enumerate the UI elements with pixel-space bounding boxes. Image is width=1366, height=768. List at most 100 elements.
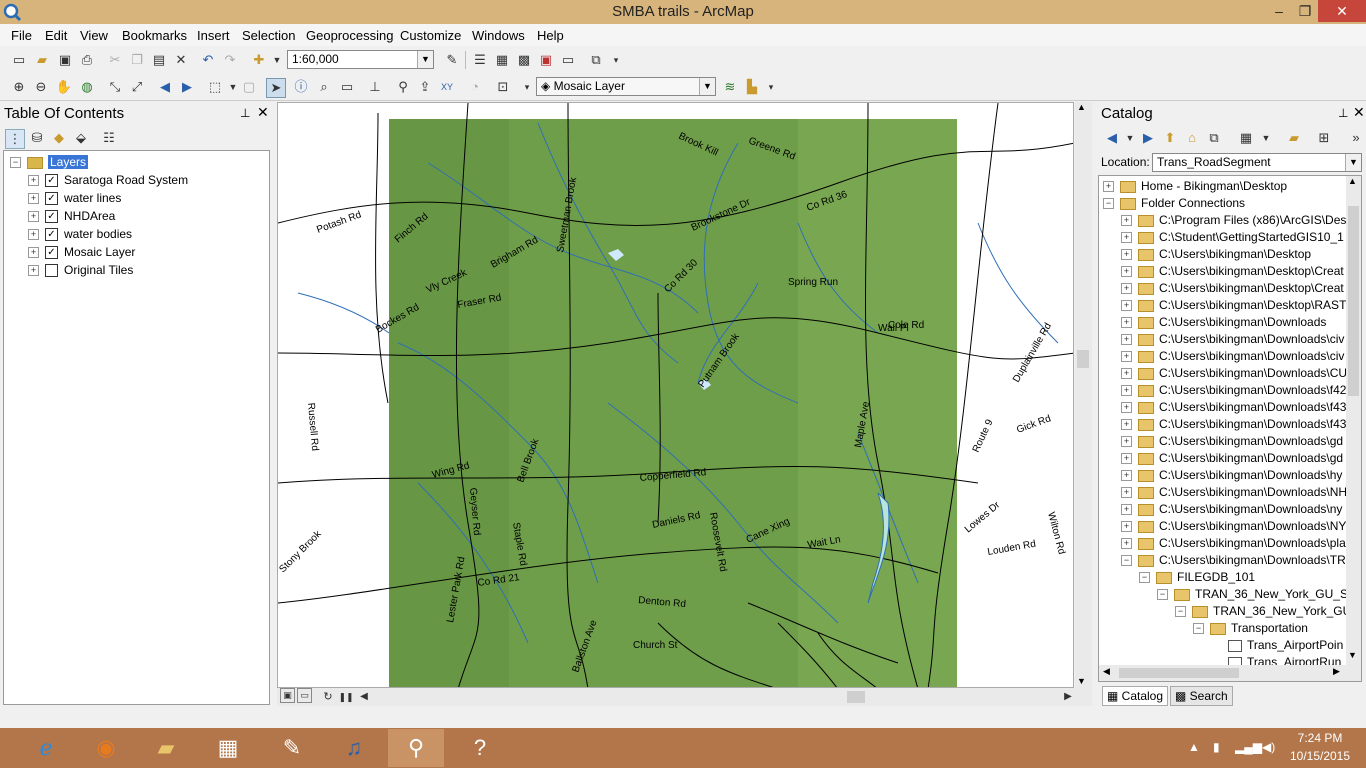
expand-icon[interactable]: + (1121, 385, 1132, 397)
expand-icon[interactable]: + (1121, 470, 1132, 482)
new-document-icon[interactable]: ▭ (10, 51, 28, 69)
clock-date[interactable]: 10/15/2015 (1284, 749, 1356, 763)
clock-time[interactable]: 7:24 PM (1290, 731, 1350, 745)
views-dropdown-icon[interactable]: ▼ (1257, 129, 1275, 147)
cut-icon[interactable]: ✂ (106, 51, 124, 69)
layer-row[interactable]: + ✓ water bodies (28, 226, 132, 243)
chevron-down-icon[interactable]: ▼ (699, 78, 715, 95)
scroll-up-icon[interactable]: ▲ (1348, 176, 1357, 186)
expand-icon[interactable]: + (28, 265, 39, 277)
open-folder-icon[interactable]: ▰ (33, 51, 51, 69)
catalog-item[interactable]: + C:\Student\GettingStartedGIS10_1 (1121, 229, 1344, 246)
scroll-right-icon[interactable]: ▶ (1059, 688, 1077, 706)
catalog-item[interactable]: − TRAN_36_New_York_GU_STA (1157, 586, 1361, 603)
scroll-up-icon[interactable]: ▲ (1077, 102, 1086, 112)
expand-icon[interactable]: + (1121, 453, 1132, 465)
collapse-icon[interactable]: − (1121, 555, 1132, 567)
menu-file[interactable]: File (11, 28, 32, 43)
paste-icon[interactable]: ▤ (150, 51, 168, 69)
catalog-item[interactable]: Trans_AirportPoin (1211, 637, 1343, 654)
map-canvas[interactable]: Greene Rd Brook Kill Co Rd 36 Brookstone… (278, 103, 1074, 688)
catalog-item[interactable]: + Home - Bikingman\Desktop (1103, 178, 1287, 195)
menu-geoprocessing[interactable]: Geoprocessing (306, 28, 393, 43)
menu-customize[interactable]: Customize (400, 28, 461, 43)
catalog-item[interactable]: + C:\Users\bikingman\Downloads\pla (1121, 535, 1346, 552)
catalog-window-icon[interactable]: ▦ (493, 51, 511, 69)
tab-catalog[interactable]: ▦ Catalog (1102, 686, 1169, 706)
back-icon[interactable]: ◀ (1103, 129, 1121, 147)
expand-icon[interactable]: + (1121, 436, 1132, 448)
catalog-item[interactable]: + C:\Users\bikingman\Downloads\f43 (1121, 416, 1346, 433)
scroll-thumb[interactable] (1077, 350, 1089, 368)
expand-icon[interactable]: + (1121, 487, 1132, 499)
zoom-in-icon[interactable]: ⊕ (10, 78, 28, 96)
collapse-icon[interactable]: − (1103, 198, 1114, 210)
layer-checkbox[interactable]: ✓ (45, 246, 58, 260)
list-by-selection-icon[interactable]: ⬙ (72, 129, 90, 147)
firefox-icon[interactable]: ◉ (78, 729, 134, 767)
expand-icon[interactable]: + (1121, 283, 1132, 295)
list-by-source-icon[interactable]: ⛁ (28, 129, 46, 147)
time-slider-icon[interactable]: ◔ (466, 78, 484, 96)
layer-row[interactable]: + ✓ Mosaic Layer (28, 244, 135, 261)
forward-icon[interactable]: ▶ (1139, 129, 1157, 147)
pin-icon[interactable]: ⊥ (240, 106, 250, 120)
go-to-xy-icon[interactable]: XY (438, 78, 456, 96)
internet-explorer-icon[interactable]: ℯ (18, 729, 74, 767)
scroll-down-icon[interactable]: ▼ (1348, 650, 1357, 660)
layers-root[interactable]: − Layers (10, 154, 89, 171)
spatial-analyst-icon[interactable]: ≋ (721, 78, 739, 96)
pin-icon[interactable]: ⊥ (1338, 106, 1348, 120)
map-view[interactable]: Greene Rd Brook Kill Co Rd 36 Brookstone… (277, 102, 1074, 688)
views-icon[interactable]: ▦ (1237, 129, 1255, 147)
scroll-thumb[interactable] (1348, 206, 1359, 396)
measure-icon[interactable]: ⊥ (366, 78, 384, 96)
catalog-item[interactable]: − C:\Users\bikingman\Downloads\TR (1121, 552, 1346, 569)
chevron-down-icon[interactable]: ▼ (417, 51, 433, 68)
clear-selection-icon[interactable]: ▢ (240, 78, 258, 96)
paint-icon[interactable]: ✎ (264, 729, 320, 767)
expand-icon[interactable]: + (1121, 538, 1132, 550)
catalog-item[interactable]: − TRAN_36_New_York_GU_ (1175, 603, 1358, 620)
expand-icon[interactable]: + (28, 211, 39, 223)
list-by-visibility-icon[interactable]: ◆ (50, 129, 68, 147)
layer-checkbox[interactable]: ✓ (45, 192, 58, 206)
catalog-item[interactable]: + C:\Users\bikingman\Downloads\CU (1121, 365, 1347, 382)
menu-insert[interactable]: Insert (197, 28, 230, 43)
catalog-hscrollbar[interactable]: ◀ ▶ (1099, 665, 1346, 681)
expand-icon[interactable]: + (1121, 334, 1132, 346)
expand-icon[interactable]: + (1121, 504, 1132, 516)
menu-bookmarks[interactable]: Bookmarks (122, 28, 187, 43)
network-icon[interactable]: ▂▄▆ (1235, 740, 1262, 754)
pan-hand-icon[interactable]: ✋ (55, 78, 73, 96)
html-popup-icon[interactable]: ▭ (338, 78, 356, 96)
create-viewer-window-icon[interactable]: ⊡ (494, 78, 512, 96)
layer-checkbox[interactable]: ✓ (45, 174, 58, 188)
options-icon[interactable]: ☷ (100, 129, 118, 147)
scroll-right-icon[interactable]: ▶ (1333, 666, 1340, 677)
catalog-item[interactable]: + C:\Users\bikingman\Desktop\Creat (1121, 263, 1344, 280)
catalog-item[interactable]: + C:\Users\bikingman\Downloads\civ (1121, 331, 1344, 348)
expand-icon[interactable]: + (1121, 317, 1132, 329)
full-extent-globe-icon[interactable]: ◍ (78, 78, 96, 96)
catalog-item[interactable]: + C:\Program Files (x86)\ArcGIS\Deskt (1121, 212, 1356, 229)
catalog-item[interactable]: − FILEGDB_101 (1139, 569, 1255, 586)
scroll-down-icon[interactable]: ▼ (1077, 676, 1086, 686)
expand-icon[interactable]: + (1121, 351, 1132, 363)
scroll-thumb[interactable] (847, 691, 865, 703)
expand-icon[interactable]: + (28, 247, 39, 259)
expand-icon[interactable]: + (1121, 215, 1132, 227)
catalog-item[interactable]: + C:\Users\bikingman\Downloads\NH (1121, 484, 1347, 501)
catalog-item[interactable]: + C:\Users\bikingman\Downloads\gd (1121, 450, 1343, 467)
catalog-item[interactable]: + C:\Users\bikingman\Desktop\Creat (1121, 280, 1344, 297)
toolbar-options-icon[interactable]: ▾ (607, 51, 625, 69)
binoculars-icon[interactable]: ⚲ (394, 78, 412, 96)
help-icon[interactable]: ? (452, 729, 508, 767)
collapse-icon[interactable]: − (10, 157, 21, 169)
layer-row[interactable]: + ✓ Saratoga Road System (28, 172, 188, 189)
fixed-zoom-out-icon[interactable]: ⤢ (128, 78, 146, 96)
layer-row[interactable]: + ✓ NHDArea (28, 208, 115, 225)
add-data-dropdown-icon[interactable]: ▼ (268, 51, 286, 69)
forward-extent-icon[interactable]: ▶ (178, 78, 196, 96)
delete-icon[interactable]: ✕ (172, 51, 190, 69)
